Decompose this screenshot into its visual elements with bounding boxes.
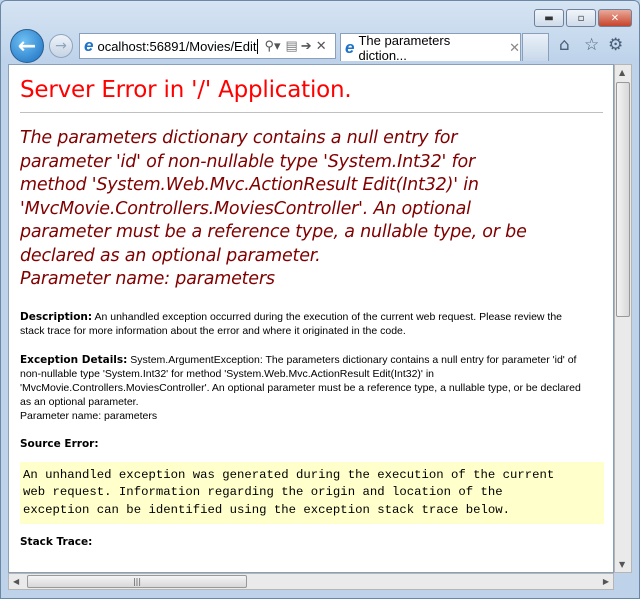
ie-tab-icon: e <box>345 37 355 57</box>
horizontal-scrollbar[interactable]: ◀ ||| ▶ <box>8 573 614 590</box>
exception-text: Parameter name: parameters <box>20 409 158 422</box>
message-line: method 'System.Web.Mvc.ActionResult Edit… <box>20 175 479 195</box>
exception-details: Exception Details: System.ArgumentExcept… <box>20 353 603 423</box>
maximize-button[interactable]: ▫ <box>566 9 596 27</box>
description-text: stack trace for more information about t… <box>20 324 406 337</box>
scroll-left-icon[interactable]: ◀ <box>13 577 19 586</box>
page-content: Server Error in '/' Application. The par… <box>8 64 614 573</box>
go-icon[interactable]: ➔ <box>301 38 312 54</box>
exception-text: 'MvcMovie.Controllers.MoviesController'.… <box>20 381 581 394</box>
source-error-label: Source Error: <box>20 437 99 450</box>
vertical-scrollbar[interactable]: ▲ ▼ <box>614 64 632 573</box>
scroll-right-icon[interactable]: ▶ <box>603 577 609 586</box>
message-line: Parameter name: parameters <box>20 269 275 289</box>
settings-icon[interactable]: ⚙ <box>608 35 623 55</box>
exception-text: non-nullable type 'System.Int32' for met… <box>20 367 435 380</box>
vertical-scroll-thumb[interactable] <box>616 82 630 317</box>
code-line: An unhandled exception was generated dur… <box>23 467 555 482</box>
code-line: exception can be identified using the ex… <box>23 502 511 517</box>
message-line: declared as an optional parameter. <box>20 245 321 266</box>
exception-text: System.ArgumentException: The parameters… <box>130 353 577 366</box>
home-icon[interactable]: ⌂ <box>559 35 570 55</box>
exception-label: Exception Details: <box>20 353 128 366</box>
address-bar[interactable]: e ocalhost:56891/Movies/Edit ⚲▾ ▤ ➔ ✕ <box>79 33 336 59</box>
code-line: web request. Information regarding the o… <box>23 485 503 499</box>
scroll-up-icon[interactable]: ▲ <box>619 68 625 77</box>
exception-text: as an optional parameter. <box>20 395 139 408</box>
message-line: parameter 'id' of non-nullable type 'Sys… <box>20 151 475 172</box>
close-window-button[interactable]: ✕ <box>598 9 632 27</box>
back-button[interactable]: ← <box>10 29 44 63</box>
search-icon[interactable]: ⚲▾ <box>264 38 280 54</box>
minimize-button[interactable]: ▬ <box>534 9 564 27</box>
close-tab-icon[interactable]: ✕ <box>509 40 520 56</box>
address-input[interactable]: ocalhost:56891/Movies/Edit <box>97 38 259 54</box>
tab-title: The parameters diction... <box>358 32 451 63</box>
horizontal-scroll-thumb[interactable]: ||| <box>27 575 247 588</box>
description-label: Description: <box>20 310 93 323</box>
description-text: An unhandled exception occurred during t… <box>94 310 563 323</box>
description: Description: An unhandled exception occu… <box>20 310 603 338</box>
error-message: The parameters dictionary contains a nul… <box>20 127 603 292</box>
ie-page-icon: e <box>84 36 94 55</box>
new-tab-button[interactable] <box>522 33 549 61</box>
tab-active[interactable]: e The parameters diction... ✕ <box>340 32 521 63</box>
scroll-down-icon[interactable]: ▼ <box>619 560 625 569</box>
forward-icon: → <box>55 38 67 54</box>
back-icon: ← <box>17 33 37 59</box>
forward-button[interactable]: → <box>49 34 73 58</box>
message-line: The parameters dictionary contains a nul… <box>20 128 458 148</box>
stop-icon[interactable]: ✕ <box>316 38 327 54</box>
favorites-icon[interactable]: ☆ <box>584 35 599 55</box>
compatibility-icon[interactable]: ▤ <box>286 38 298 54</box>
message-line: parameter must be a reference type, a nu… <box>20 222 527 242</box>
page-title: Server Error in '/' Application. <box>20 77 603 113</box>
source-error-code: An unhandled exception was generated dur… <box>20 461 604 524</box>
stack-trace-label: Stack Trace: <box>20 536 93 548</box>
message-line: 'MvcMovie.Controllers.MoviesController'.… <box>20 198 471 219</box>
